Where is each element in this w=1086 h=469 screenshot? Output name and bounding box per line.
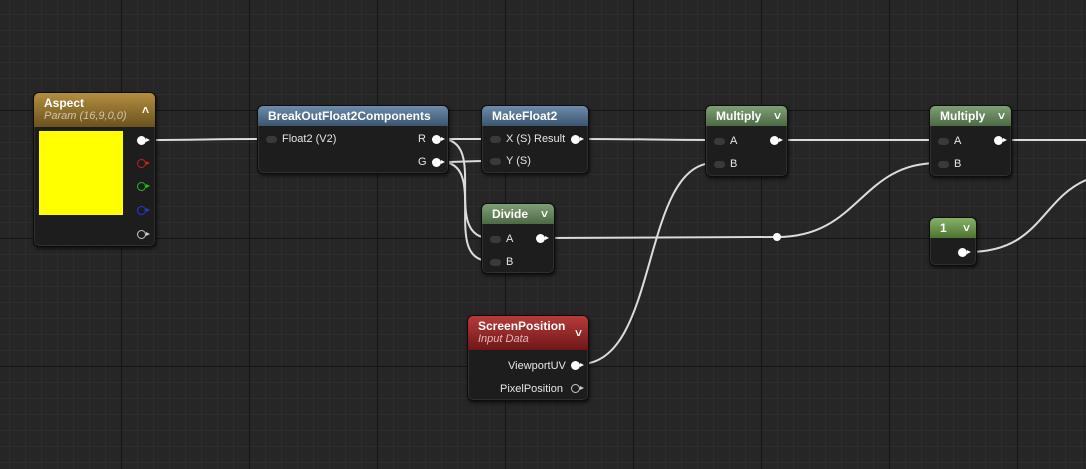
breakout-node[interactable]: BreakOutFloat2Components Float2 (V2) R G	[257, 105, 449, 174]
dropdown-chevron-icon[interactable]: ˅	[575, 324, 582, 342]
constant-node[interactable]: 1 ˅	[929, 217, 977, 266]
wire-viewportuv-to-multiply1-b	[579, 162, 715, 365]
wire-reroute-knot	[773, 233, 781, 241]
color-swatch	[39, 131, 123, 215]
output-pin-result[interactable]	[571, 135, 584, 144]
pin-label-x: X (S)	[506, 133, 532, 145]
divide-node-header[interactable]: Divide ˅	[482, 204, 554, 224]
multiply-node-1-header[interactable]: Multiply ˅	[706, 106, 787, 126]
dropdown-chevron-icon[interactable]: ˅	[774, 107, 781, 125]
constant-node-value: 1	[940, 221, 947, 235]
pin-label-pixelposition: PixelPosition	[500, 383, 563, 395]
wire-result-to-multiply1-a	[580, 138, 715, 141]
screenposition-node-header[interactable]: ScreenPosition Input Data ˅	[468, 316, 588, 350]
output-pin-r[interactable]	[137, 159, 150, 168]
collapse-chevron-icon[interactable]: ˄	[142, 101, 149, 119]
multiply-node-2-header[interactable]: Multiply ˅	[930, 106, 1011, 126]
pin-label-a: A	[730, 135, 738, 147]
input-pin-a[interactable]	[490, 236, 501, 243]
makefloat2-node-title: MakeFloat2	[492, 109, 558, 123]
pin-label-float2: Float2 (V2)	[282, 133, 337, 145]
pin-label-result: Result	[534, 133, 566, 145]
output-pin-g[interactable]	[137, 182, 150, 191]
input-pin-b[interactable]	[714, 161, 725, 168]
pin-label-y: Y (S)	[506, 155, 531, 167]
output-pin-b[interactable]	[137, 206, 150, 215]
output-pin[interactable]	[770, 136, 783, 145]
breakout-node-title: BreakOutFloat2Components	[268, 109, 431, 123]
pin-label-g: G	[418, 156, 427, 168]
pin-label-a: A	[506, 233, 514, 245]
divide-node-title: Divide	[492, 207, 529, 221]
constant-node-header[interactable]: 1 ˅	[930, 218, 976, 238]
dropdown-chevron-icon[interactable]: ˅	[541, 205, 548, 223]
dropdown-chevron-icon[interactable]: ˅	[998, 107, 1005, 125]
makefloat2-node-header[interactable]: MakeFloat2	[482, 106, 588, 126]
pin-label-b: B	[954, 158, 962, 170]
pin-label-a: A	[954, 135, 962, 147]
multiply-node-2[interactable]: Multiply ˅ A B	[929, 105, 1012, 177]
wire-constant-output	[967, 179, 1086, 253]
wire-aspect-to-breakout	[149, 138, 265, 141]
divide-node[interactable]: Divide ˅ A B	[481, 203, 555, 274]
input-pin-y[interactable]	[490, 158, 501, 165]
screenposition-node[interactable]: ScreenPosition Input Data ˅ ViewportUV P…	[467, 315, 589, 401]
screenposition-node-subtitle: Input Data	[478, 333, 529, 345]
output-pin-a[interactable]	[137, 230, 150, 239]
pin-label-b: B	[730, 158, 738, 170]
screenposition-node-title: ScreenPosition	[478, 319, 566, 333]
aspect-node[interactable]: Aspect Param (16,9,0,0) ˄	[33, 92, 156, 247]
multiply-node-1[interactable]: Multiply ˅ A B	[705, 105, 788, 177]
input-pin-x[interactable]	[490, 136, 501, 143]
pin-label-viewportuv: ViewportUV	[508, 360, 566, 372]
output-pin-rgba[interactable]	[137, 136, 150, 145]
input-pin-b[interactable]	[490, 259, 501, 266]
output-pin-g[interactable]	[432, 158, 445, 167]
output-pin[interactable]	[994, 136, 1007, 145]
aspect-node-subtitle: Param (16,9,0,0)	[44, 110, 127, 122]
multiply-node-1-title: Multiply	[716, 109, 762, 123]
output-pin[interactable]	[958, 248, 971, 257]
output-pin-r[interactable]	[432, 135, 445, 144]
aspect-node-title: Aspect	[44, 96, 85, 110]
multiply-node-2-title: Multiply	[940, 109, 986, 123]
pin-label-b: B	[506, 256, 514, 268]
output-pin-viewportuv[interactable]	[571, 361, 584, 370]
input-pin-a[interactable]	[714, 138, 725, 145]
input-pin-float2[interactable]	[266, 136, 277, 143]
dropdown-chevron-icon[interactable]: ˅	[963, 219, 970, 237]
pin-label-r: R	[418, 133, 426, 145]
input-pin-a[interactable]	[938, 138, 949, 145]
aspect-node-header[interactable]: Aspect Param (16,9,0,0) ˄	[34, 93, 155, 127]
input-pin-b[interactable]	[938, 161, 949, 168]
makefloat2-node[interactable]: MakeFloat2 X (S) Result Y (S)	[481, 105, 589, 174]
breakout-node-header[interactable]: BreakOutFloat2Components	[258, 106, 448, 126]
output-pin[interactable]	[536, 234, 549, 243]
output-pin-pixelposition[interactable]	[571, 384, 584, 393]
